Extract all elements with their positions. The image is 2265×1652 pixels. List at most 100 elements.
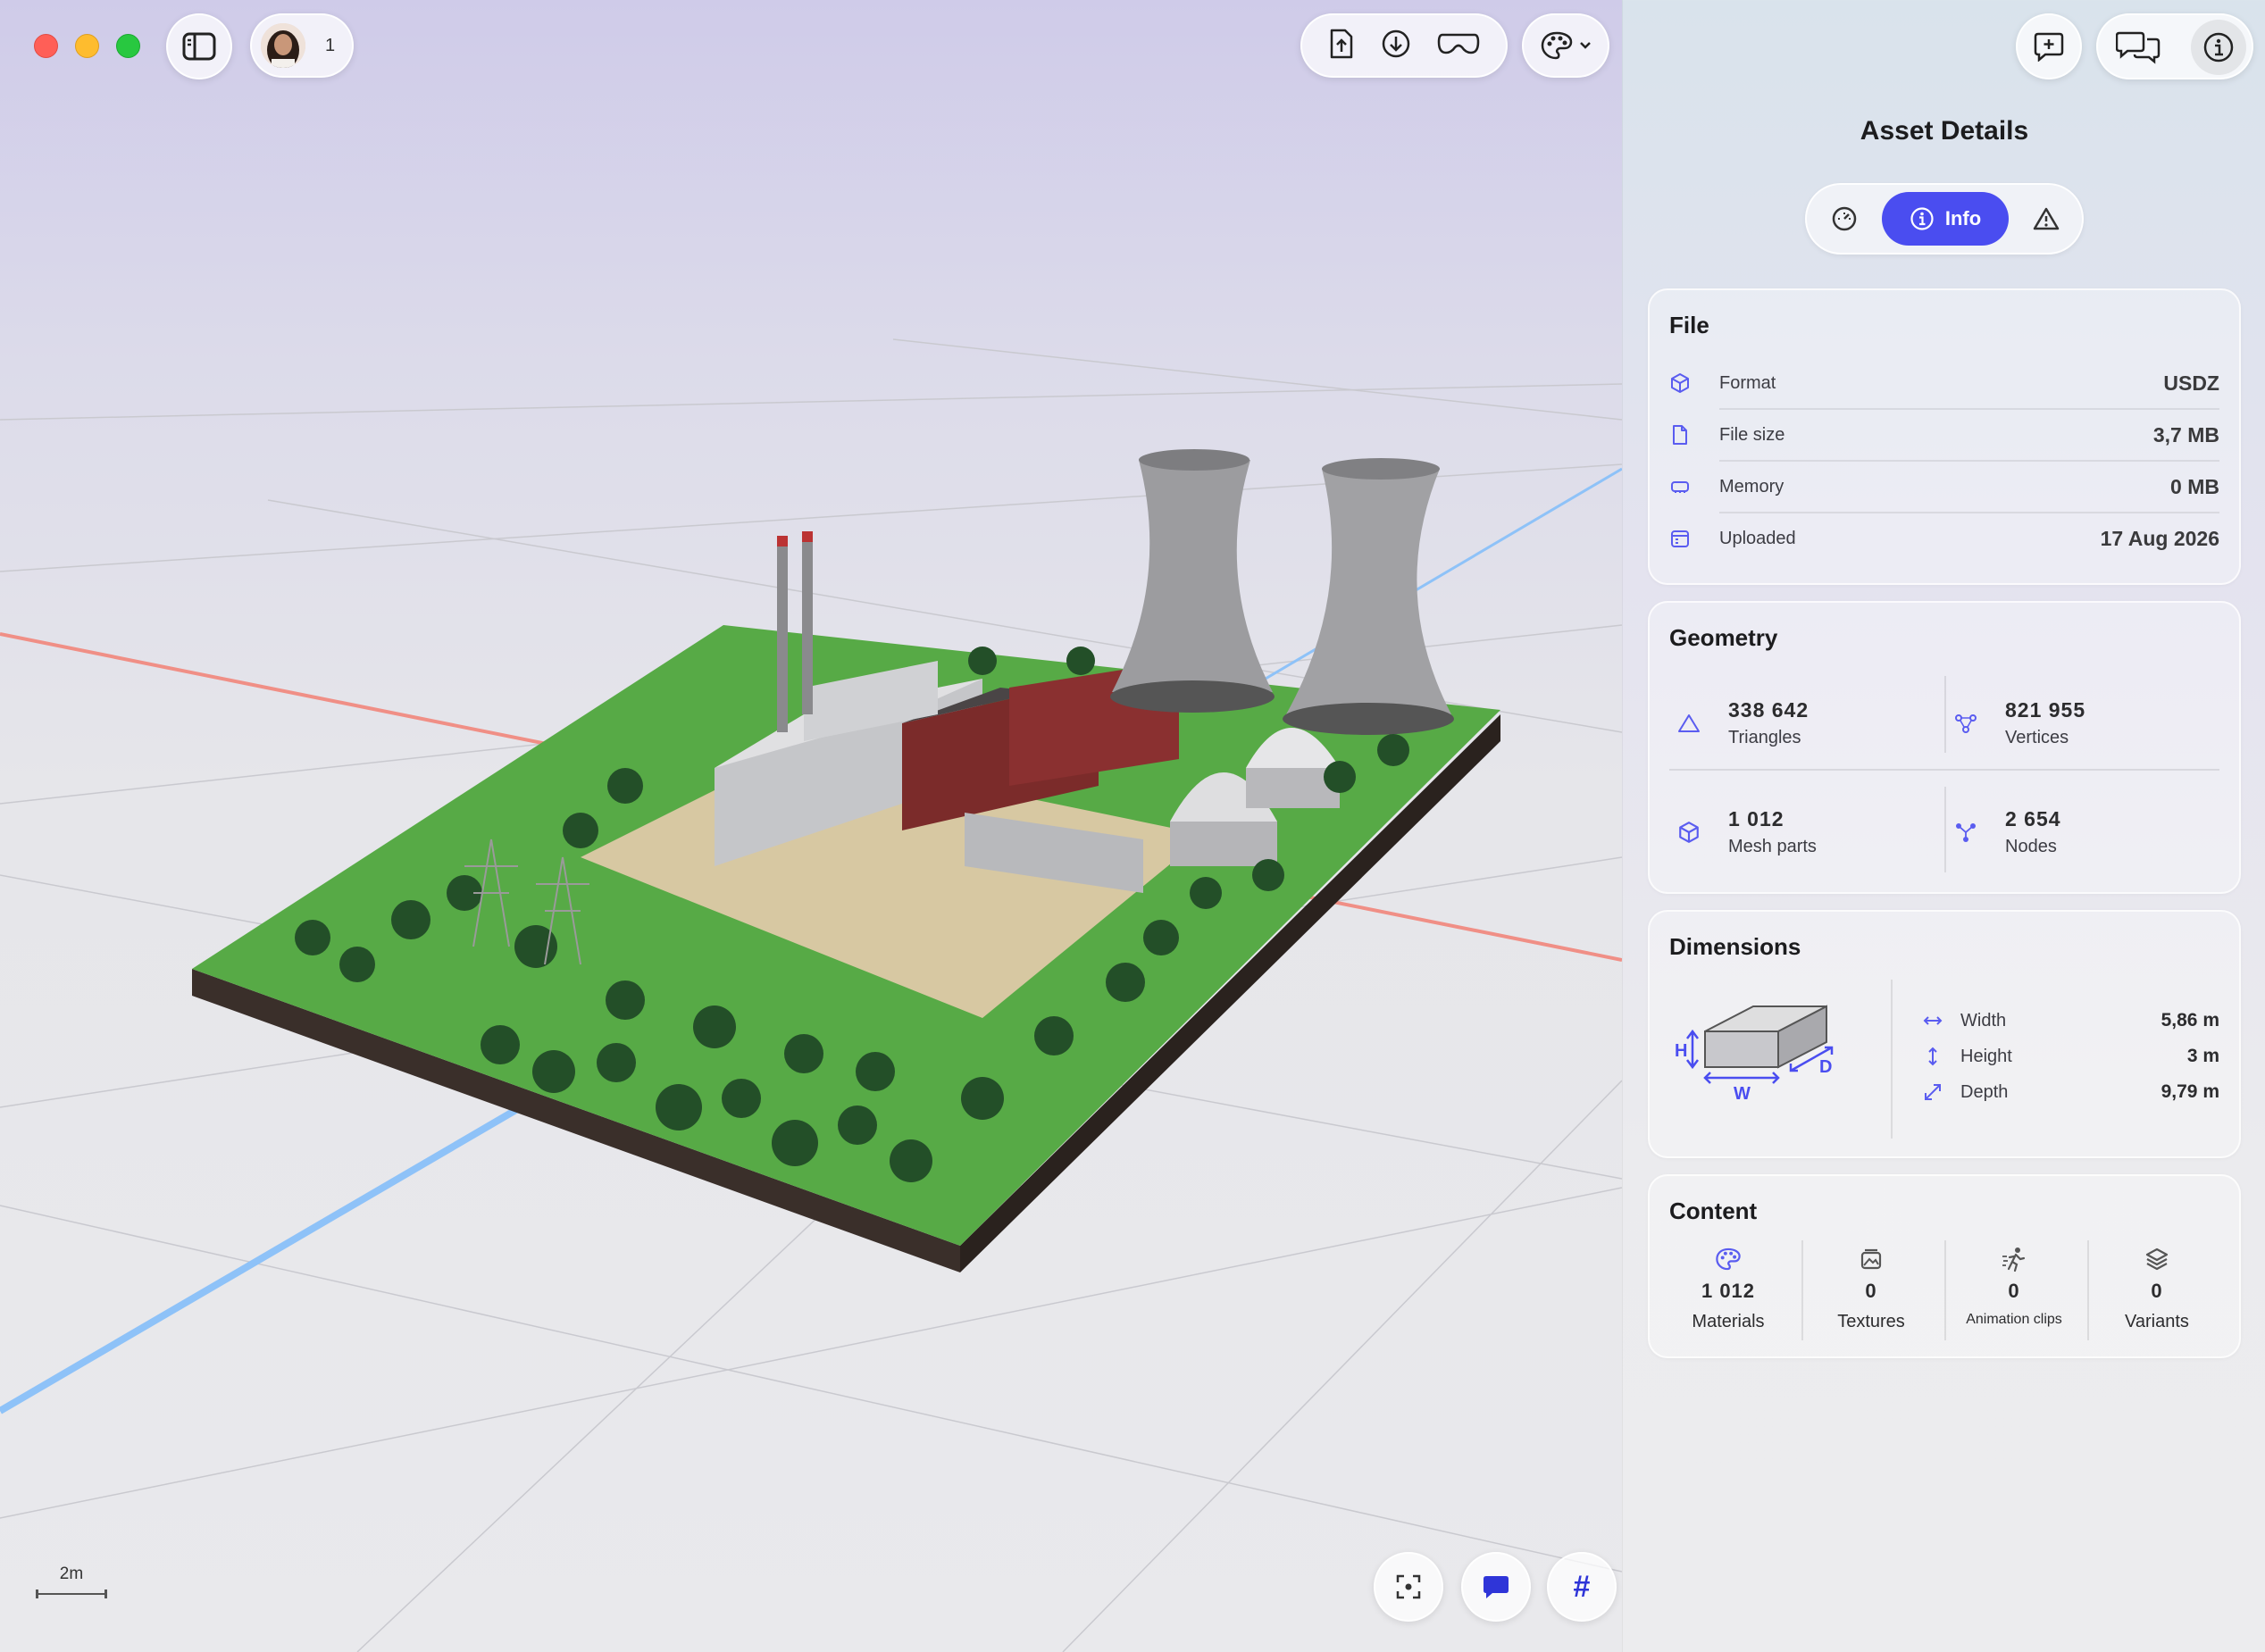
content-animation-clips: 0 Animation clips bbox=[1943, 1244, 2085, 1342]
vertices-value: 821 955 bbox=[2005, 698, 2086, 722]
geometry-mesh-parts: 1 012 Mesh parts bbox=[1669, 792, 1937, 872]
textures-label: Textures bbox=[1837, 1312, 1905, 1331]
calendar-icon bbox=[1671, 530, 1689, 547]
gauge-icon bbox=[1832, 206, 1857, 231]
panel-toggle-group bbox=[2096, 13, 2253, 79]
vision-headset-icon bbox=[1438, 33, 1480, 54]
content-materials: 1 012 Materials bbox=[1657, 1244, 1800, 1342]
animation-clips-label: Animation clips bbox=[1966, 1312, 2062, 1327]
nodes-icon bbox=[1956, 823, 1976, 842]
dimension-height: Height 3 m bbox=[1919, 1040, 2219, 1072]
scale-indicator: 2m bbox=[36, 1564, 107, 1598]
cube-icon bbox=[1671, 373, 1689, 393]
hashtag-button[interactable]: # bbox=[1547, 1552, 1617, 1622]
file-row-uploaded: Uploaded 17 Aug 2026 bbox=[1669, 513, 2219, 564]
tab-info-label: Info bbox=[1944, 207, 1982, 229]
export-button[interactable] bbox=[1328, 29, 1355, 63]
details-tab-bar: Info bbox=[1805, 183, 2084, 254]
collaborator-count: 1 bbox=[325, 35, 336, 55]
memory-label: Memory bbox=[1719, 476, 1784, 496]
dimensions-card-title: Dimensions bbox=[1669, 933, 1801, 960]
animation-icon bbox=[2002, 1247, 2026, 1272]
add-comment-button[interactable] bbox=[2016, 13, 2082, 79]
tab-warnings[interactable] bbox=[2028, 201, 2064, 237]
scene-canvas[interactable] bbox=[0, 0, 1622, 1652]
export-file-icon bbox=[1330, 29, 1352, 58]
content-card-title: Content bbox=[1669, 1197, 1758, 1224]
palette-icon bbox=[1541, 31, 1573, 60]
appearance-menu-button[interactable] bbox=[1522, 13, 1609, 78]
z-axis-line-far bbox=[1250, 467, 1622, 689]
sidebar-toggle-button[interactable] bbox=[166, 13, 232, 79]
file-format-label: Format bbox=[1719, 372, 1776, 393]
triangles-label: Triangles bbox=[1728, 728, 1801, 747]
vertices-icon bbox=[1955, 714, 1977, 733]
file-format-value: USDZ bbox=[2163, 371, 2219, 395]
memory-value: 0 MB bbox=[2170, 474, 2219, 498]
asset-details-panel: Asset Details Info File Format USDZ File… bbox=[1622, 0, 2265, 1652]
chevron-down-icon bbox=[1580, 42, 1591, 49]
info-icon bbox=[1910, 207, 1934, 230]
depth-label: Depth bbox=[1960, 1081, 2009, 1102]
scale-label: 2m bbox=[59, 1564, 84, 1583]
triangles-value: 338 642 bbox=[1728, 698, 1809, 722]
export-toolbar bbox=[1300, 13, 1508, 78]
uploaded-label: Uploaded bbox=[1719, 528, 1796, 548]
depth-arrow-icon bbox=[1925, 1084, 1941, 1100]
file-row-size: File size 3,7 MB bbox=[1669, 409, 2219, 462]
comment-bubble-icon bbox=[1484, 1576, 1509, 1598]
materials-value: 1 012 bbox=[1701, 1280, 1756, 1302]
mesh-parts-label: Mesh parts bbox=[1728, 837, 1817, 856]
variants-label: Variants bbox=[2125, 1312, 2189, 1331]
z-axis-line bbox=[0, 1095, 539, 1414]
palette-icon bbox=[1716, 1247, 1741, 1271]
diagram-depth-label: D bbox=[1819, 1057, 1832, 1077]
vision-pro-button[interactable] bbox=[1437, 31, 1480, 61]
comments-panel-button[interactable] bbox=[2115, 30, 2161, 69]
diagram-width-label: W bbox=[1734, 1084, 1751, 1104]
comments-icon bbox=[2115, 31, 2161, 64]
content-textures: 0 Textures bbox=[1800, 1244, 1943, 1342]
minimize-window-button[interactable] bbox=[75, 34, 99, 58]
mesh-parts-value: 1 012 bbox=[1728, 807, 1784, 830]
file-card-title: File bbox=[1669, 312, 1709, 338]
tab-performance[interactable] bbox=[1826, 201, 1862, 237]
geometry-vertices: 821 955 Vertices bbox=[1946, 683, 2214, 763]
file-row-memory: Memory 0 MB bbox=[1669, 461, 2219, 513]
collaborators-button[interactable]: 1 bbox=[250, 13, 354, 78]
close-window-button[interactable] bbox=[34, 34, 58, 58]
3d-viewport[interactable]: 1 # 2m bbox=[0, 0, 1622, 1652]
zoom-window-button[interactable] bbox=[116, 34, 140, 58]
file-row-format: Format USDZ bbox=[1669, 357, 2219, 410]
frame-selection-button[interactable] bbox=[1374, 1552, 1443, 1622]
width-label: Width bbox=[1960, 1010, 2007, 1030]
dimension-width: Width 5,86 m bbox=[1919, 1005, 2219, 1037]
file-size-label: File size bbox=[1719, 424, 1785, 445]
file-card: File Format USDZ File size 3,7 MB Memory… bbox=[1648, 288, 2241, 585]
comments-toggle-button[interactable] bbox=[1461, 1552, 1531, 1622]
textures-value: 0 bbox=[1865, 1280, 1877, 1302]
focus-frame-icon bbox=[1396, 1574, 1421, 1599]
power-plant-model[interactable] bbox=[192, 449, 1500, 1272]
nodes-value: 2 654 bbox=[2005, 807, 2061, 830]
geometry-card: Geometry 338 642 Triangles 821 955 Vertice… bbox=[1648, 601, 2241, 894]
info-panel-button[interactable] bbox=[2191, 20, 2246, 75]
height-value: 3 m bbox=[2186, 1046, 2219, 1066]
uploaded-value: 17 Aug 2026 bbox=[2100, 526, 2219, 550]
content-card: Content 1 012 Materials 0 Textures 0 Ani… bbox=[1648, 1174, 2241, 1358]
sidebar-toggle-icon bbox=[182, 32, 216, 61]
file-size-value: 3,7 MB bbox=[2152, 422, 2219, 446]
width-arrow-icon bbox=[1923, 1016, 1943, 1025]
materials-label: Materials bbox=[1692, 1312, 1765, 1331]
warning-icon bbox=[2033, 207, 2060, 230]
geometry-nodes: 2 654 Nodes bbox=[1946, 792, 2214, 872]
layers-icon bbox=[2145, 1247, 2169, 1271]
triangle-icon bbox=[1678, 714, 1700, 732]
dimensions-box-diagram: H W D bbox=[1675, 1005, 1834, 1104]
memory-icon bbox=[1671, 481, 1689, 493]
download-icon bbox=[1382, 29, 1410, 57]
download-button[interactable] bbox=[1381, 29, 1411, 63]
diagram-height-label: H bbox=[1675, 1041, 1687, 1061]
height-arrow-icon bbox=[1928, 1047, 1937, 1066]
tab-info[interactable]: Info bbox=[1882, 192, 2009, 246]
